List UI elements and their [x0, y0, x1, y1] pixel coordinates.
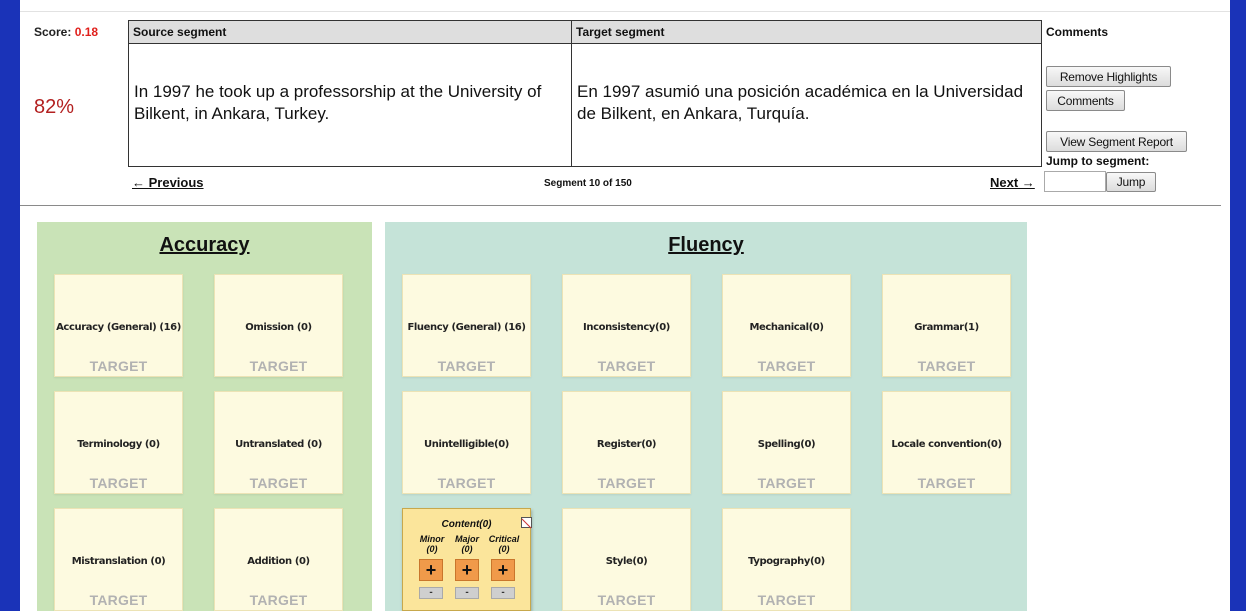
accuracy-title: Accuracy [159, 234, 250, 256]
source-header: Source segment [129, 21, 571, 44]
score-label: Score: 0.18 [34, 25, 98, 39]
issue-card-inconsistency[interactable]: Inconsistency(0) TARGET [562, 274, 691, 377]
severity-minor-count: (0) [426, 544, 438, 554]
fluency-title: Fluency [668, 234, 744, 256]
issue-card-omission[interactable]: Omission (0) TARGET [214, 274, 343, 377]
card-target: TARGET [437, 358, 496, 374]
issue-card-mistranslation[interactable]: Mistranslation (0) TARGET [54, 508, 183, 611]
issue-card-addition[interactable]: Addition (0) TARGET [214, 508, 343, 611]
card-label: Mechanical(0) [749, 322, 824, 333]
severity-minor-label: Minor [419, 534, 445, 544]
issue-card-spelling[interactable]: Spelling(0) TARGET [722, 391, 851, 494]
card-target: TARGET [249, 475, 308, 491]
score-percent: 82% [34, 96, 75, 118]
card-target: TARGET [917, 358, 976, 374]
segment-table: Source segment In 1997 he took up a prof… [128, 20, 1042, 167]
target-header: Target segment [572, 21, 1041, 44]
card-label: Spelling(0) [757, 439, 816, 450]
source-column: Source segment In 1997 he took up a prof… [129, 21, 572, 166]
card-target: TARGET [249, 358, 308, 374]
issue-card-locale-convention[interactable]: Locale convention(0) TARGET [882, 391, 1011, 494]
issue-card-unintelligible[interactable]: Unintelligible(0) TARGET [402, 391, 531, 494]
issue-card-untranslated[interactable]: Untranslated (0) TARGET [214, 391, 343, 494]
card-label: Inconsistency(0) [583, 322, 670, 333]
issue-card-accuracy-general[interactable]: Accuracy (General) (16) TARGET [54, 274, 183, 377]
critical-minus-button[interactable]: - [491, 587, 515, 599]
jump-button[interactable]: Jump [1106, 172, 1156, 192]
severity-major-label: Major [454, 534, 479, 544]
issue-card-fluency-general[interactable]: Fluency (General) (16) TARGET [402, 274, 531, 377]
close-icon[interactable] [521, 517, 532, 528]
remove-highlights-button[interactable]: Remove Highlights [1046, 66, 1171, 87]
left-frame-border [0, 0, 20, 611]
card-label: Untranslated (0) [235, 439, 322, 450]
severity-critical-count: (0) [498, 544, 510, 554]
view-segment-report-button[interactable]: View Segment Report [1046, 131, 1187, 152]
minor-plus-button[interactable]: + [419, 559, 443, 581]
right-frame-border [1230, 0, 1246, 611]
card-target: TARGET [89, 475, 148, 491]
card-label: Locale convention(0) [891, 439, 1002, 450]
issue-card-terminology[interactable]: Terminology (0) TARGET [54, 391, 183, 494]
card-label: Omission (0) [245, 322, 312, 333]
card-target: TARGET [437, 475, 496, 491]
card-target: TARGET [597, 475, 656, 491]
card-target: TARGET [757, 358, 816, 374]
score-label-text: Score: [34, 25, 72, 39]
issue-card-mechanical[interactable]: Mechanical(0) TARGET [722, 274, 851, 377]
card-label: Style(0) [605, 556, 648, 567]
next-link[interactable]: Next → [990, 175, 1035, 190]
score-value: 0.18 [74, 25, 99, 39]
card-target: TARGET [917, 475, 976, 491]
card-label: Addition (0) [247, 556, 310, 567]
card-target: TARGET [89, 592, 148, 608]
issue-card-style[interactable]: Style(0) TARGET [562, 508, 691, 611]
content-card-title: Content(0) [441, 519, 492, 530]
severity-major-count: (0) [461, 544, 473, 554]
minor-minus-button[interactable]: - [419, 587, 443, 599]
issue-card-content-active[interactable]: Content(0) Minor (0) + - Major (0) + - C… [402, 508, 532, 611]
card-target: TARGET [597, 592, 656, 608]
jump-segment-input[interactable] [1044, 171, 1106, 192]
issue-card-register[interactable]: Register(0) TARGET [562, 391, 691, 494]
card-label: Terminology (0) [77, 439, 160, 450]
severity-critical-label: Critical [488, 534, 520, 544]
card-target: TARGET [89, 358, 148, 374]
card-target: TARGET [757, 592, 816, 608]
card-target: TARGET [249, 592, 308, 608]
previous-link[interactable]: ← Previous [132, 175, 204, 190]
divider [20, 205, 1221, 206]
major-plus-button[interactable]: + [455, 559, 479, 581]
comments-button[interactable]: Comments [1046, 90, 1125, 111]
issue-card-typography[interactable]: Typography(0) TARGET [722, 508, 851, 611]
top-strip [20, 0, 1230, 12]
target-column: Target segment En 1997 asumió una posici… [572, 21, 1041, 166]
segment-counter: Segment 10 of 150 [544, 178, 632, 189]
issue-card-grammar[interactable]: Grammar(1) TARGET [882, 274, 1011, 377]
card-label: Typography(0) [748, 556, 825, 567]
card-label: Fluency (General) (16) [407, 322, 526, 333]
card-label: Register(0) [596, 439, 657, 450]
card-label: Grammar(1) [914, 322, 979, 333]
card-label: Accuracy (General) (16) [56, 322, 181, 333]
jump-to-segment-label: Jump to segment: [1046, 154, 1150, 168]
critical-plus-button[interactable]: + [491, 559, 515, 581]
source-text[interactable]: In 1997 he took up a professorship at th… [129, 44, 571, 125]
comments-header: Comments [1046, 25, 1109, 39]
card-label: Unintelligible(0) [424, 439, 509, 450]
target-text[interactable]: En 1997 asumió una posición académica en… [572, 44, 1041, 125]
major-minus-button[interactable]: - [455, 587, 479, 599]
card-target: TARGET [597, 358, 656, 374]
card-target: TARGET [757, 475, 816, 491]
card-label: Mistranslation (0) [71, 556, 166, 567]
